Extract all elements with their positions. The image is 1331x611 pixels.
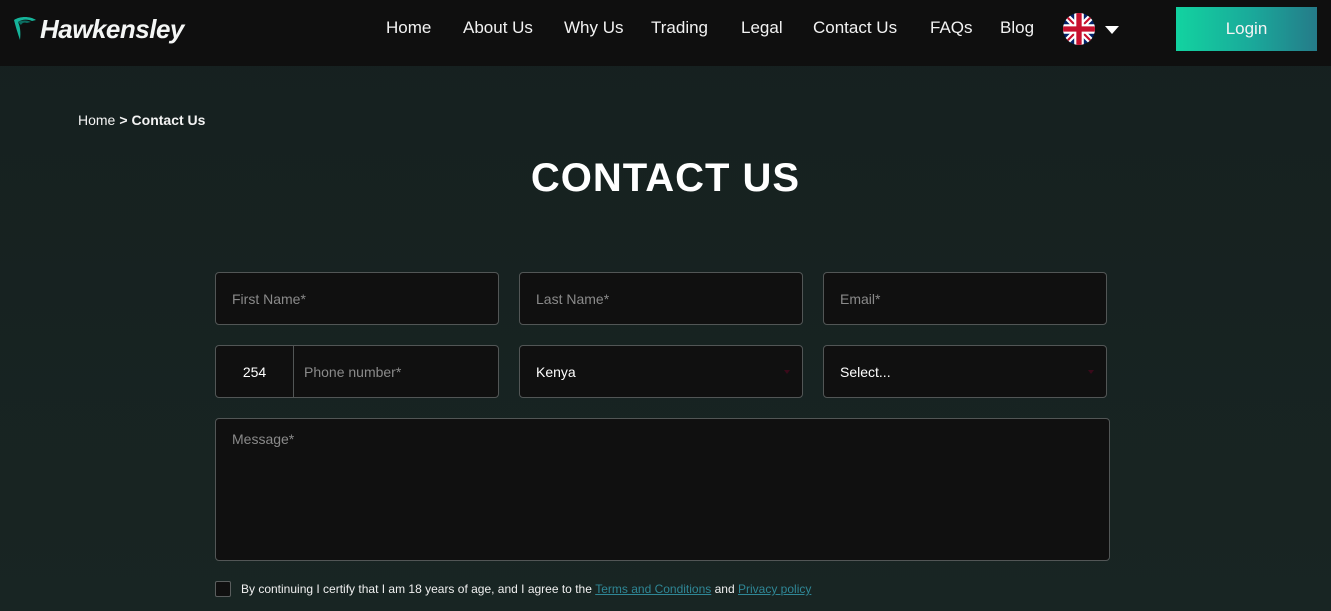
terms-link[interactable]: Terms and Conditions — [595, 582, 711, 596]
generic-select-value: Select... — [840, 363, 891, 380]
brand-name: Hawkensley — [40, 13, 184, 44]
language-selector[interactable] — [1063, 13, 1123, 45]
nav-why-us[interactable]: Why Us — [564, 18, 624, 38]
nav-contact-us[interactable]: Contact Us — [813, 18, 897, 38]
chevron-down-icon — [784, 370, 790, 374]
nav-faqs[interactable]: FAQs — [930, 18, 973, 38]
nav-home[interactable]: Home — [386, 18, 431, 38]
nav-legal[interactable]: Legal — [741, 18, 783, 38]
page-title: CONTACT US — [530, 156, 801, 200]
top-navbar: Hawkensley Home About Us Why Us Trading … — [0, 0, 1331, 66]
first-name-input[interactable] — [215, 272, 499, 325]
breadcrumb-home[interactable]: Home — [78, 112, 115, 128]
consent-and: and — [714, 582, 735, 596]
consent-text: By continuing I certify that I am 18 yea… — [241, 582, 592, 596]
breadcrumb: Home > Contact Us — [78, 112, 205, 128]
uk-flag-icon — [1063, 13, 1095, 45]
breadcrumb-current: Contact Us — [131, 112, 206, 128]
chevron-down-icon — [1088, 370, 1094, 374]
breadcrumb-separator: > — [119, 112, 128, 128]
country-select[interactable]: Kenya — [519, 345, 803, 398]
consent-checkbox[interactable] — [215, 581, 231, 597]
phone-country-code[interactable]: 254 — [216, 346, 294, 397]
nav-trading[interactable]: Trading — [651, 18, 708, 38]
email-input[interactable] — [823, 272, 1107, 325]
country-select-value: Kenya — [536, 363, 576, 380]
last-name-input[interactable] — [519, 272, 803, 325]
privacy-link[interactable]: Privacy policy — [738, 582, 811, 596]
consent-row: By continuing I certify that I am 18 yea… — [215, 581, 811, 597]
phone-field: 254 — [215, 345, 499, 398]
nav-about-us[interactable]: About Us — [463, 18, 533, 38]
nav-blog[interactable]: Blog — [1000, 18, 1034, 38]
hawk-logo-icon — [14, 17, 36, 40]
chevron-down-icon — [1105, 26, 1119, 34]
message-textarea[interactable] — [215, 418, 1110, 561]
brand-logo[interactable]: Hawkensley — [12, 12, 184, 46]
login-button[interactable]: Login — [1176, 7, 1317, 51]
phone-number-input[interactable] — [294, 346, 498, 397]
generic-select[interactable]: Select... — [823, 345, 1107, 398]
